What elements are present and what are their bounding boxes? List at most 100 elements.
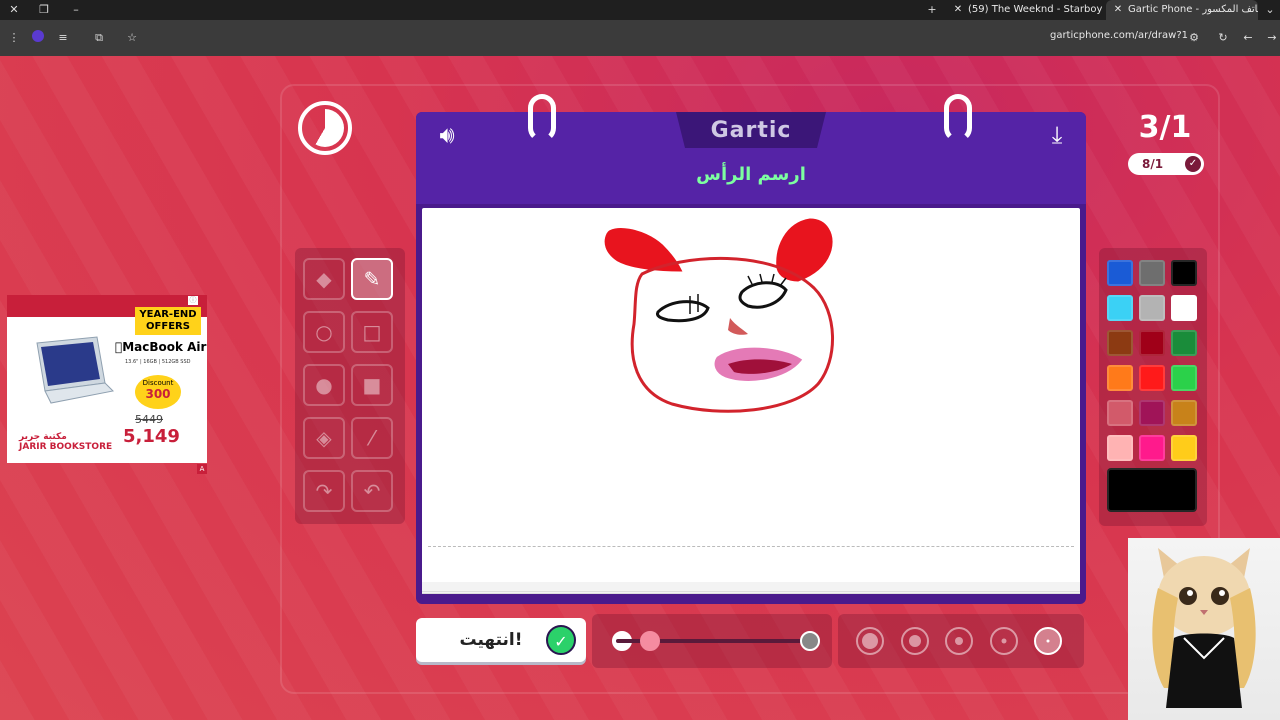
line-tool[interactable]: ⁄ — [351, 417, 393, 459]
minimize-window-icon[interactable]: – — [68, 2, 84, 18]
players-done-badge: 8/1 ✓ — [1128, 153, 1204, 175]
site-settings-icon[interactable]: ⚙ — [1186, 30, 1202, 46]
ad-store-name: مكتبة جرير JARIR BOOKSTORE — [19, 432, 112, 452]
close-window-icon[interactable]: ✕ — [6, 2, 22, 18]
reading-list-icon[interactable]: ≡ — [55, 30, 71, 46]
pen-tool[interactable]: ✎ — [351, 258, 393, 300]
tab-close-icon[interactable]: ✕ — [1112, 0, 1124, 20]
color-swatch-light-gray[interactable] — [1139, 295, 1165, 321]
webcam-overlay — [1128, 538, 1280, 720]
binder-ring — [944, 94, 972, 142]
rect-outline-tool[interactable]: □ — [351, 311, 393, 353]
ad-store-name-en: JARIR BOOKSTORE — [19, 442, 113, 452]
speaker-icon[interactable]: 🔊︎ — [430, 122, 464, 148]
gartic-logo: Gartic — [710, 118, 792, 143]
ad-new-price: 5,149 — [123, 426, 180, 447]
opacity-control — [592, 614, 832, 668]
forward-icon[interactable]: → — [1264, 30, 1280, 46]
ad-discount-value: 300 — [145, 387, 171, 401]
laptop-image — [36, 336, 115, 404]
check-icon: ✓ — [546, 625, 576, 655]
ad-discount-badge: Discount 300 — [135, 375, 181, 409]
restore-window-icon[interactable]: ❐ — [36, 2, 52, 18]
tab-starboy[interactable]: ✕ (59) The Weeknd - Starboy — [946, 0, 1104, 20]
color-swatch-dark-green[interactable] — [1171, 330, 1197, 356]
tab-title: (59) The Weeknd - Starboy — [968, 4, 1103, 15]
binder-ring — [528, 94, 556, 142]
color-swatch-black[interactable] — [1171, 260, 1197, 286]
menu-dots-icon[interactable]: ⋮ — [6, 30, 22, 46]
redo-icon[interactable]: ↷ — [303, 470, 345, 512]
color-swatch-ochre[interactable] — [1171, 400, 1197, 426]
ad-old-price: 5449 — [135, 413, 163, 426]
tab-title: Gartic Phone - الهاتف المكسور — [1128, 4, 1258, 15]
back-icon[interactable]: ← — [1240, 30, 1256, 46]
ellipse-outline-tool[interactable]: ○ — [303, 311, 345, 353]
done-button-label: انتهيت! — [459, 630, 523, 650]
tab-close-icon[interactable]: ✕ — [952, 0, 964, 20]
notebook-pages — [422, 582, 1080, 594]
brush-size-md[interactable] — [945, 627, 973, 655]
brush-size-sm[interactable] — [990, 627, 1018, 655]
color-swatch-dark-red[interactable] — [1139, 330, 1165, 356]
canvas-guide-line — [428, 546, 1074, 547]
browser-toolbar: ⋮ ≡ ⧉ ☆ garticphone.com/ar/draw?1 ⚙ ↻ ← … — [0, 20, 1280, 56]
tool-palette: ◆ ✎ ○ □ ● ■ ◈ ⁄ ↷ ↶ — [295, 248, 405, 524]
color-swatch-magenta[interactable] — [1139, 435, 1165, 461]
color-swatch-rose[interactable] — [1107, 400, 1133, 426]
drawing-canvas[interactable] — [422, 208, 1080, 588]
reload-icon[interactable]: ↻ — [1215, 30, 1231, 46]
browser-tabbar: ✕ ❐ – + ✕ (59) The Weeknd - Starboy ✕ Gart… — [0, 0, 1280, 20]
color-swatch-plum[interactable] — [1139, 400, 1165, 426]
brush-size-xs[interactable] — [1034, 627, 1062, 655]
ad-offer-badge: YEAR-END OFFERS — [135, 307, 201, 335]
ad-product-specs: 13.6" | 16GB | 512GB SSD — [125, 359, 191, 365]
selected-color-preview — [1107, 468, 1197, 512]
chevron-down-icon[interactable]: ⌄ — [1262, 2, 1278, 18]
rect-filled-tool[interactable]: ■ — [351, 364, 393, 406]
check-icon: ✓ — [1185, 156, 1201, 172]
download-icon[interactable]: ⤓ — [1042, 120, 1072, 150]
color-swatch-dark-gray[interactable] — [1139, 260, 1165, 286]
ad-store-name-ar: مكتبة جرير — [19, 432, 67, 442]
players-done-count: 8/1 — [1142, 157, 1164, 171]
brush-size-control — [838, 614, 1084, 668]
color-swatch-cyan[interactable] — [1107, 295, 1133, 321]
color-swatch-white[interactable] — [1171, 295, 1197, 321]
brush-size-lg[interactable] — [901, 627, 929, 655]
tab-gartic[interactable]: ✕ Gartic Phone - الهاتف المكسور — [1106, 0, 1258, 20]
ad-info-icon[interactable]: ⓘ — [188, 296, 198, 305]
ellipse-filled-tool[interactable]: ● — [303, 364, 345, 406]
timer-icon — [298, 101, 352, 155]
drawing-notebook: Gartic 🔊︎ ⤓ ارسم الرأس — [416, 94, 1086, 604]
advertisement[interactable]: ⓘ YEAR-END OFFERS MacBook Air 13.6" | 1… — [7, 295, 207, 463]
ad-product-label: MacBook Air — [115, 340, 206, 354]
round-counter: 3/1 — [1138, 110, 1192, 145]
bookmark-star-icon[interactable]: ☆ — [124, 30, 140, 46]
opacity-slider-handle[interactable] — [640, 631, 660, 651]
drawing-prompt: ارسم الرأس — [696, 164, 806, 185]
color-swatch-orange[interactable] — [1107, 365, 1133, 391]
color-swatch-green[interactable] — [1171, 365, 1197, 391]
extensions-icon[interactable]: ⧉ — [91, 30, 107, 46]
color-swatch-red[interactable] — [1139, 365, 1165, 391]
cat-image — [1152, 548, 1256, 708]
undo-icon[interactable]: ↶ — [351, 470, 393, 512]
ad-discount-label: Discount — [142, 379, 174, 387]
color-swatch-blue[interactable] — [1107, 260, 1133, 286]
fill-bucket-tool[interactable]: ◈ — [303, 417, 345, 459]
profile-icon[interactable] — [30, 30, 46, 46]
color-swatch-brown[interactable] — [1107, 330, 1133, 356]
ad-product-name: MacBook Air — [115, 340, 206, 354]
color-palette — [1099, 248, 1207, 526]
opacity-slider-handle-right[interactable] — [800, 631, 820, 651]
eraser-tool[interactable]: ◆ — [303, 258, 345, 300]
color-swatch-pink[interactable] — [1107, 435, 1133, 461]
drawing-strokes — [604, 218, 834, 413]
address-bar[interactable]: garticphone.com/ar/draw?1 — [1050, 30, 1188, 41]
new-tab-icon[interactable]: + — [924, 2, 940, 18]
color-swatch-yellow[interactable] — [1171, 435, 1197, 461]
brush-size-xl[interactable] — [856, 627, 884, 655]
done-button[interactable]: انتهيت! ✓ — [416, 618, 586, 662]
adchoices-icon[interactable]: A — [197, 464, 207, 474]
